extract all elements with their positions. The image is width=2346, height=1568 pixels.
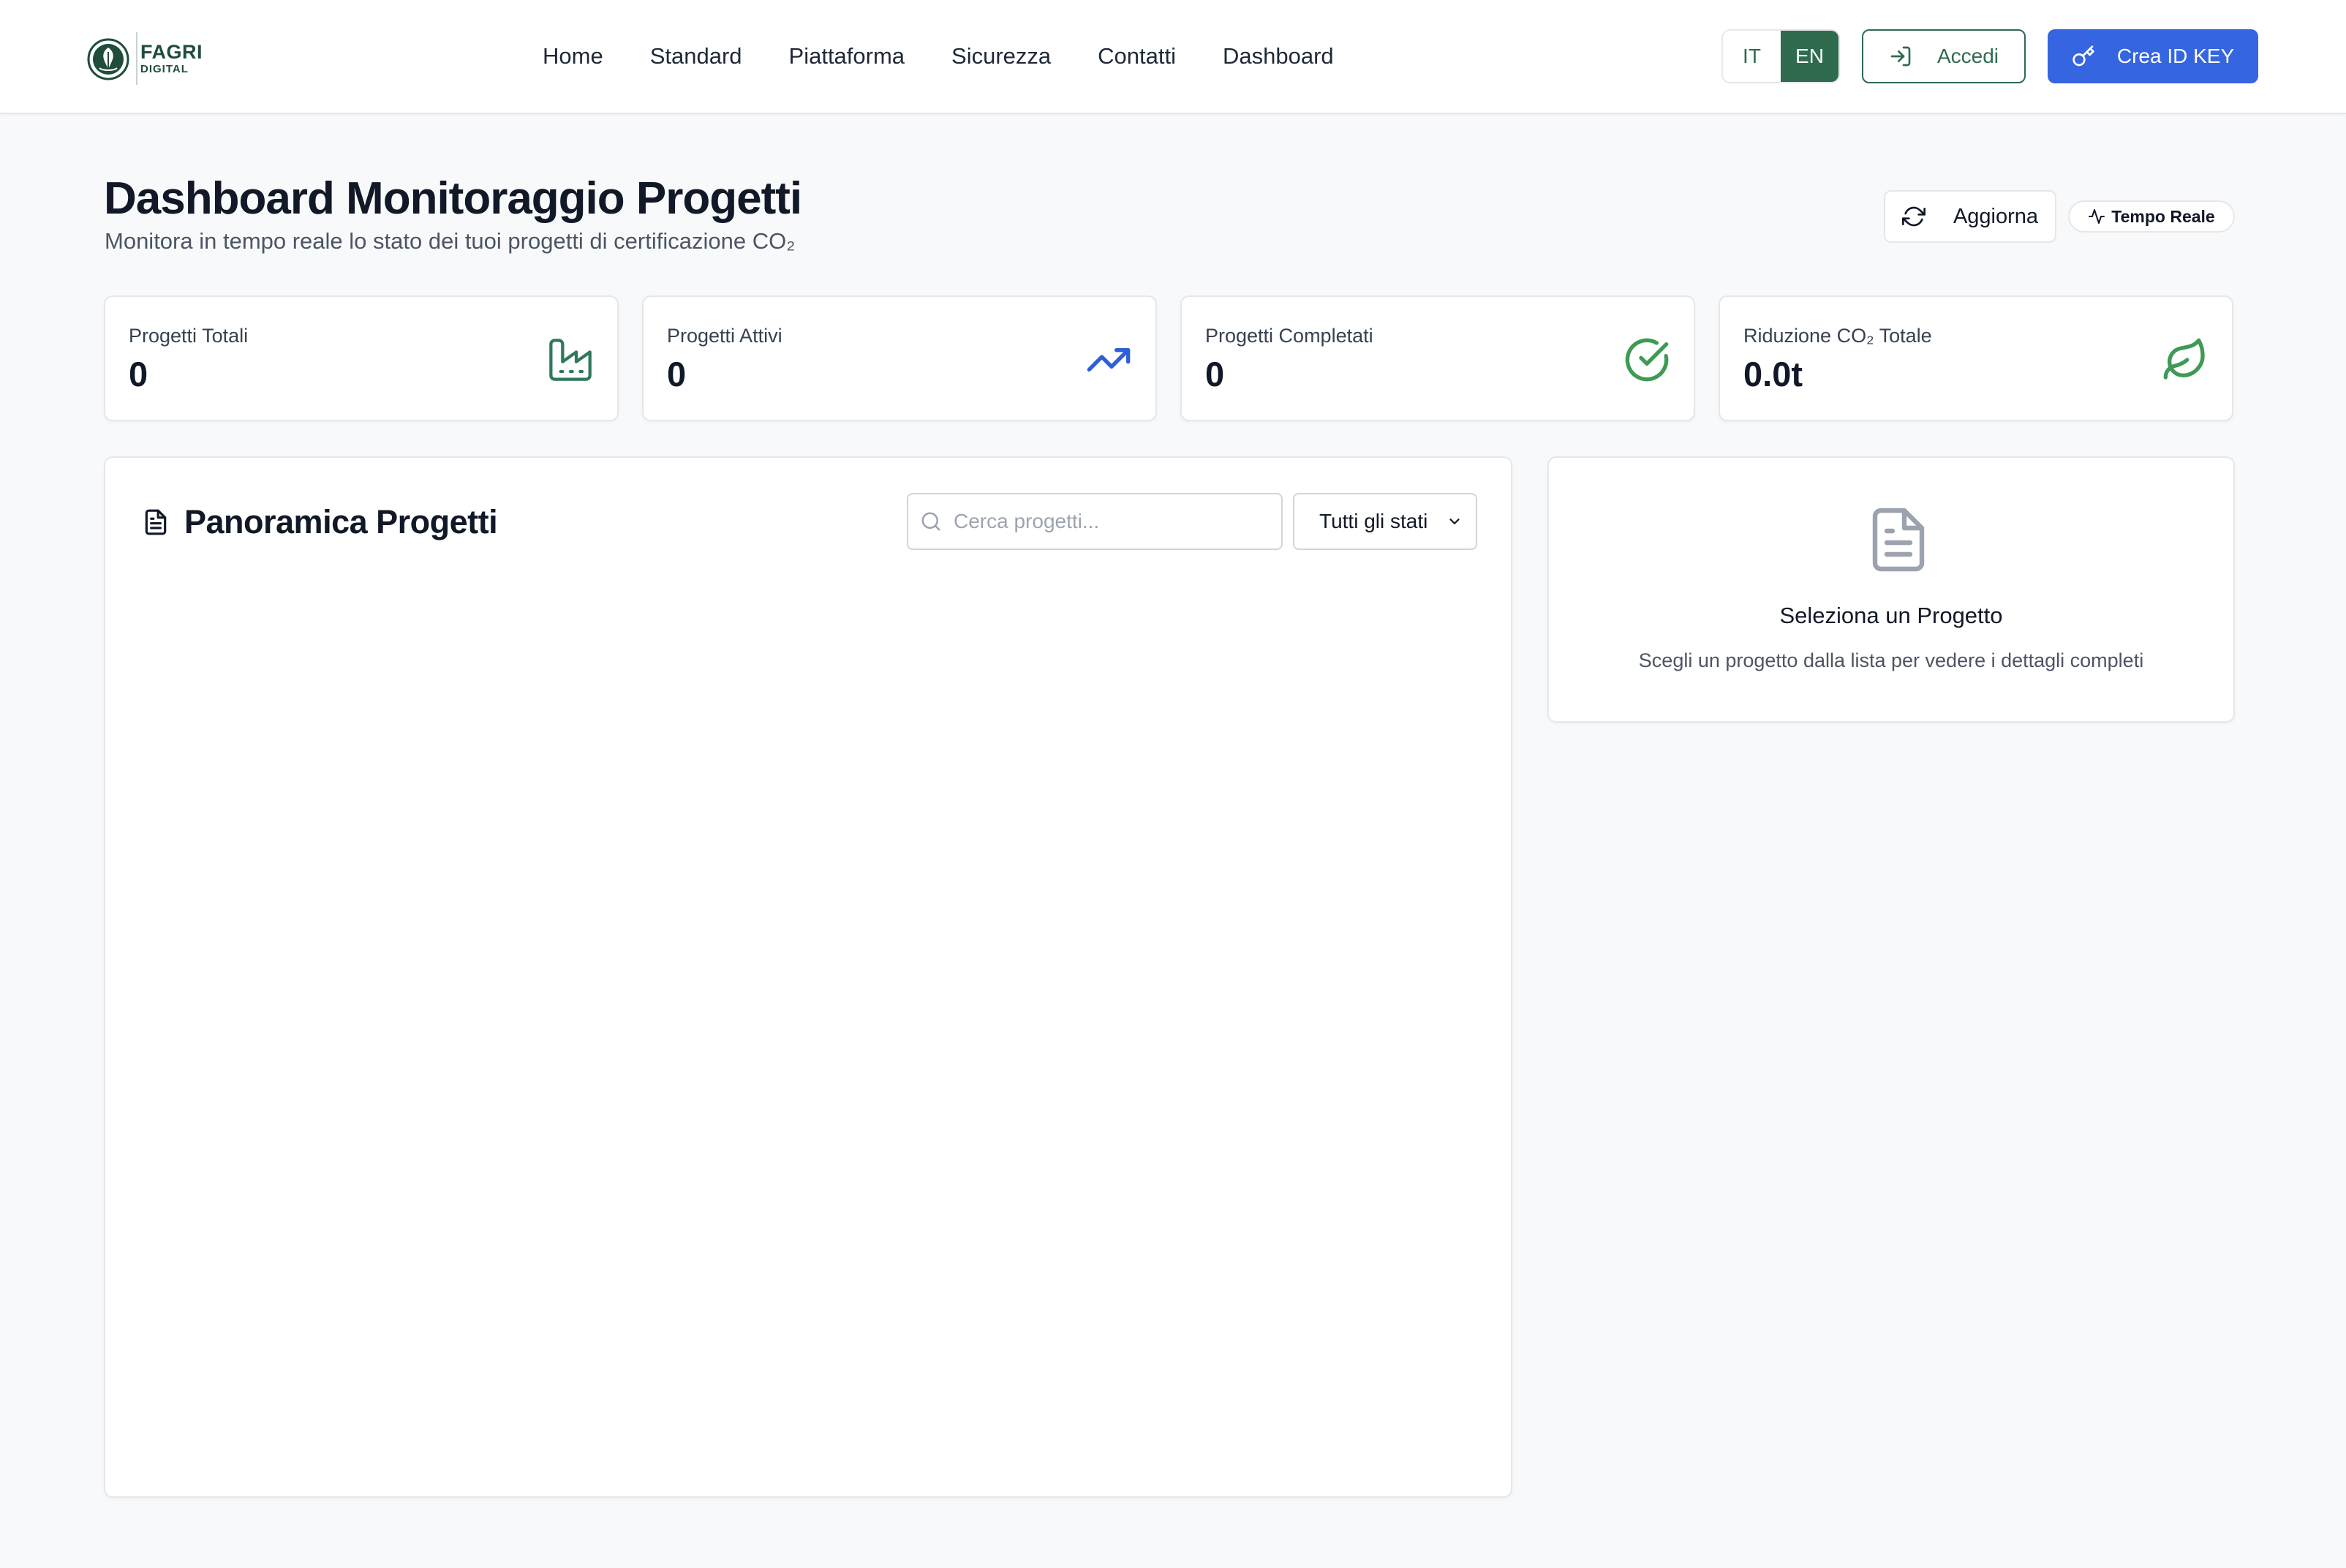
stat-label: Progetti Attivi <box>667 325 782 347</box>
factory-icon <box>549 339 592 381</box>
detail-empty-description: Scegli un progetto dalla lista per veder… <box>1638 649 2144 671</box>
refresh-button[interactable]: Aggiorna <box>1884 190 2056 243</box>
logo-line-2: DIGITAL <box>140 63 189 75</box>
stat-card-active-projects: Progetti Attivi 0 <box>642 295 1157 421</box>
project-search-input[interactable] <box>954 510 1268 533</box>
file-text-icon <box>145 509 167 535</box>
refresh-icon <box>1901 206 1926 227</box>
brand-logo[interactable]: FAGRI DIGITAL <box>86 32 203 85</box>
stat-card-co2-reduction: Riduzione CO₂ Totale 0.0t <box>1719 295 2233 421</box>
refresh-button-label: Aggiorna <box>1953 204 2039 228</box>
stat-label: Progetti Completati <box>1205 325 1373 347</box>
project-detail-panel: Seleziona un Progetto Scegli un progetto… <box>1547 456 2235 723</box>
stat-card-completed-projects: Progetti Completati 0 <box>1180 295 1695 421</box>
top-navbar: FAGRI DIGITAL Home Standard Piattaforma … <box>0 0 2346 114</box>
leaf-icon <box>2163 338 2205 380</box>
create-id-key-label: Crea ID KEY <box>2116 45 2235 67</box>
projects-panel-header: Panoramica Progetti <box>142 503 498 541</box>
stat-label: Riduzione CO₂ Totale <box>1743 325 1932 347</box>
stat-label: Progetti Totali <box>129 325 249 347</box>
status-filter-value: Tutti gli stati <box>1319 510 1428 532</box>
trending-up-icon <box>1087 348 1131 372</box>
lang-en-button[interactable]: EN <box>1781 31 1838 82</box>
log-in-icon <box>1890 46 1911 67</box>
stat-value: 0 <box>667 355 687 393</box>
logo-divider <box>136 32 137 85</box>
nav-link-home[interactable]: Home <box>543 39 603 73</box>
page-title: Dashboard Monitoraggio Progetti <box>104 173 802 224</box>
stat-value: 0 <box>129 355 148 393</box>
activity-icon <box>2089 209 2105 224</box>
logo-wordmark: FAGRI DIGITAL <box>140 42 203 75</box>
check-circle-icon <box>1625 338 1669 382</box>
stat-value: 0.0t <box>1743 355 1803 393</box>
stat-card-total-projects: Progetti Totali 0 <box>104 295 619 421</box>
login-button-label: Accedi <box>1936 45 1999 67</box>
projects-panel-title: Panoramica Progetti <box>184 503 498 540</box>
logo-emblem-icon <box>87 38 129 80</box>
lang-it-button[interactable]: IT <box>1723 31 1781 82</box>
status-filter-select[interactable]: Tutti gli stati <box>1293 493 1477 550</box>
key-icon <box>2072 45 2094 67</box>
stat-value: 0 <box>1205 355 1225 393</box>
realtime-badge: Tempo Reale <box>2068 200 2235 233</box>
create-id-key-button[interactable]: Crea ID KEY <box>2048 29 2258 83</box>
nav-link-piattaforma[interactable]: Piattaforma <box>789 39 905 73</box>
projects-overview-panel: Panoramica Progetti Tutti gli stati <box>104 456 1512 1498</box>
chevron-down-icon <box>1449 519 1460 524</box>
project-search-box[interactable] <box>907 493 1283 550</box>
detail-empty-title: Seleziona un Progetto <box>1779 603 2003 628</box>
login-button[interactable]: Accedi <box>1862 29 2026 83</box>
main-navigation: Home Standard Piattaforma Sicurezza Cont… <box>543 39 1334 73</box>
nav-link-contatti[interactable]: Contatti <box>1098 39 1176 73</box>
document-icon <box>1872 508 1925 572</box>
logo-line-1: FAGRI <box>140 41 203 63</box>
nav-link-dashboard[interactable]: Dashboard <box>1223 39 1334 73</box>
realtime-badge-label: Tempo Reale <box>2111 206 2215 226</box>
language-toggle: IT EN <box>1721 29 1840 83</box>
nav-link-standard[interactable]: Standard <box>650 39 742 73</box>
search-icon <box>921 512 940 531</box>
nav-link-sicurezza[interactable]: Sicurezza <box>951 39 1051 73</box>
page-subtitle: Monitora in tempo reale lo stato dei tuo… <box>105 228 796 254</box>
